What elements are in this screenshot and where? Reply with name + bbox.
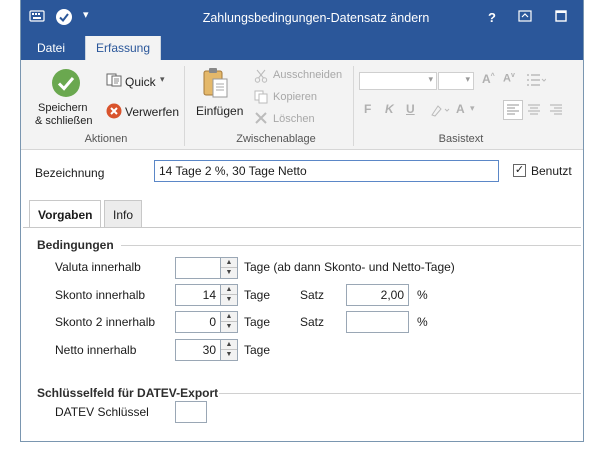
tab-datei[interactable]: Datei [27,36,75,60]
tab-strip-line [23,227,581,228]
group-label-zwischenablage: Zwischenablage [236,133,316,145]
font-color-icon[interactable]: A [456,102,465,116]
copy-button[interactable]: Kopieren [273,91,317,103]
tab-info[interactable]: Info [104,200,143,228]
skonto2-satz-input[interactable] [346,311,409,333]
copy-icon[interactable] [254,90,268,107]
skonto-satz-input[interactable]: 2,00 [346,284,409,306]
align-left-icon[interactable] [503,100,523,123]
grow-font-icon[interactable]: A^ [482,72,495,86]
bold-button[interactable]: F [364,102,371,116]
save-close-label-1[interactable]: Speichern [38,102,88,114]
skonto-spinner[interactable]: ▲ ▼ [221,284,238,306]
delete-button[interactable]: Löschen [273,113,315,125]
spin-up-icon[interactable]: ▲ [221,340,237,350]
spin-up-icon[interactable]: ▲ [221,258,237,268]
spin-down-icon[interactable]: ▼ [221,295,237,305]
valuta-suffix: Tage (ab dann Skonto- und Netto-Tage) [244,260,455,274]
customize-qat-icon[interactable]: ▾ [83,8,89,21]
netto-suffix: Tage [244,343,271,357]
maximize-icon[interactable] [549,8,573,28]
align-right-icon[interactable] [548,102,564,121]
spin-up-icon[interactable]: ▲ [221,312,237,322]
skonto-suffix: Tage [244,288,271,302]
paste-button[interactable]: Einfügen [196,104,243,118]
valuta-label: Valuta innerhalb [55,260,141,274]
title-bar: ▾ Zahlungsbedingungen-Datensatz ändern ? [21,0,583,36]
discard-icon[interactable] [106,103,122,122]
benutzt-label: Benutzt [531,164,572,178]
spin-down-icon[interactable]: ▼ [221,268,237,278]
spin-down-icon[interactable]: ▼ [221,322,237,332]
skonto2-satz-unit: % [417,315,428,329]
quick-dropdown-icon[interactable]: ▾ [160,74,165,85]
cut-button[interactable]: Ausschneiden [273,69,342,81]
quick-button[interactable]: Quick [125,75,156,89]
datev-heading: Schlüsselfeld für DATEV-Export [37,386,219,400]
list-icon[interactable] [526,73,547,90]
tab-vorgaben[interactable]: Vorgaben [29,200,102,228]
skonto2-spinner[interactable]: ▲ ▼ [221,311,238,333]
ribbon: Speichern & schließen Quick ▾ Verwerfen … [21,60,583,150]
group-label-aktionen: Aktionen [84,133,128,145]
datev-divider [219,393,581,394]
save-close-label-2[interactable]: & schließen [35,115,92,127]
benutzt-checkbox[interactable]: ✓ [513,164,526,177]
group-separator [353,66,354,146]
bezeichnung-label: Bezeichnung [35,166,105,180]
skonto2-days-input[interactable]: 0 [175,311,221,333]
discard-button[interactable]: Verwerfen [125,105,179,119]
skonto2-satz-label: Satz [300,315,325,329]
ribbon-tabs: Datei Erfassung [21,36,583,60]
cut-icon[interactable] [254,69,268,86]
font-family-select[interactable]: ▾ [359,72,437,90]
datev-key-input[interactable] [175,401,207,423]
skonto-satz-unit: % [417,288,428,302]
datev-key-label: DATEV Schlüssel [55,405,149,419]
bezeichnung-input[interactable]: 14 Tage 2 %, 30 Tage Netto [154,160,499,182]
spin-up-icon[interactable]: ▲ [221,285,237,295]
paste-icon[interactable] [203,67,229,102]
help-button[interactable]: ? [480,8,504,28]
shrink-font-icon[interactable]: Av [503,72,515,85]
app-window: ▾ Zahlungsbedingungen-Datensatz ändern ?… [20,0,584,442]
keyboard-icon[interactable] [29,9,45,26]
skonto-satz-label: Satz [300,288,325,302]
align-center-icon[interactable] [526,102,542,121]
italic-button[interactable]: K [385,102,394,116]
underline-button[interactable]: U [406,102,415,116]
save-check-icon[interactable] [55,8,73,29]
valuta-input[interactable] [175,257,221,279]
netto-spinner[interactable]: ▲ ▼ [221,339,238,361]
skonto-label: Skonto innerhalb [55,288,146,302]
bedingungen-heading: Bedingungen [37,238,114,252]
window-title: Zahlungsbedingungen-Datensatz ändern [202,11,430,25]
skonto2-label: Skonto 2 innerhalb [55,315,156,329]
netto-days-input[interactable]: 30 [175,339,221,361]
highlight-icon[interactable] [430,103,452,120]
spin-down-icon[interactable]: ▼ [221,350,237,360]
skonto2-suffix: Tage [244,315,271,329]
valuta-spinner[interactable]: ▲ ▼ [221,257,238,279]
font-color-dropdown-icon[interactable]: ▾ [470,103,475,114]
group-label-basistext: Basistext [438,133,484,145]
ribbon-display-options-icon[interactable] [513,8,537,28]
netto-label: Netto innerhalb [55,343,137,357]
skonto-days-input[interactable]: 14 [175,284,221,306]
quick-icon[interactable] [106,73,122,90]
group-separator [184,66,185,146]
delete-icon[interactable] [254,111,268,128]
save-close-icon[interactable] [51,68,81,101]
tab-erfassung[interactable]: Erfassung [85,36,162,60]
bedingungen-divider [121,245,581,246]
font-size-select[interactable]: ▾ [438,72,474,90]
